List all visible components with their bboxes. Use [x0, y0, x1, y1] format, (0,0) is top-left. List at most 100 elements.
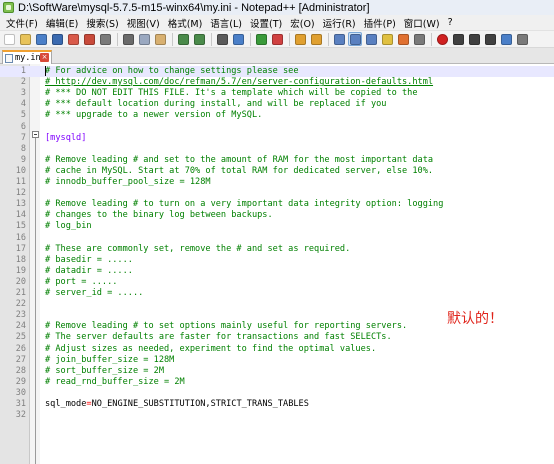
allchars-icon[interactable]	[348, 32, 362, 46]
editor-line[interactable]: 20 # port = .....	[0, 277, 554, 288]
menu-search[interactable]: 搜索(S)	[82, 16, 122, 30]
menu-file[interactable]: 文件(F)	[2, 16, 42, 30]
macro-icon[interactable]	[515, 32, 529, 46]
stop-icon[interactable]	[451, 32, 465, 46]
menu-view[interactable]: 视图(V)	[123, 16, 164, 30]
tab-my-ini[interactable]: my.ini ×	[2, 50, 52, 64]
line-text: # These are commonly set, remove the # a…	[45, 243, 351, 254]
wrap-icon[interactable]	[332, 32, 346, 46]
allchars-glyph	[349, 33, 361, 45]
editor-line[interactable]: 31 sql_mode=NO_ENGINE_SUBSTITUTION,STRICT…	[0, 399, 554, 410]
editor-line[interactable]: 28 # sort_buffer_size = 2M	[0, 366, 554, 377]
line-text: # datadir = .....	[45, 265, 133, 276]
editor-line[interactable]: 21 # server_id = .....	[0, 288, 554, 299]
editor-line[interactable]: 2 # http://dev.mysql.com/doc/refman/5.7/e…	[0, 77, 554, 88]
editor-line[interactable]: 11 # innodb_buffer_pool_size = 128M	[0, 177, 554, 188]
line-number: 29	[15, 376, 26, 387]
copy-icon[interactable]	[137, 32, 151, 46]
editor-line[interactable]: 25 # The server defaults are faster for t…	[0, 332, 554, 343]
line-number: 25	[15, 332, 26, 343]
play-icon[interactable]	[467, 32, 481, 46]
menu-settings[interactable]: 设置(T)	[246, 16, 286, 30]
toolbar-separator	[250, 32, 251, 46]
paste-icon[interactable]	[153, 32, 167, 46]
sync2-icon[interactable]	[309, 32, 323, 46]
editor-line[interactable]: 8	[0, 144, 554, 155]
saveall-icon[interactable]	[50, 32, 64, 46]
record-icon[interactable]	[435, 32, 449, 46]
zoomout-icon[interactable]	[270, 32, 284, 46]
new-icon[interactable]	[2, 32, 16, 46]
editor-line[interactable]: 30	[0, 388, 554, 399]
menu-language[interactable]: 语言(L)	[206, 16, 246, 30]
paste-glyph	[154, 33, 166, 45]
editor-line[interactable]: 18 # basedir = .....	[0, 255, 554, 266]
line-number: 32	[15, 410, 26, 421]
editor-line[interactable]: 32	[0, 410, 554, 421]
editor-line[interactable]: 27 # join_buffer_size = 128M	[0, 355, 554, 366]
editor[interactable]: 1 # For advice on how to change settings …	[0, 64, 554, 464]
funclist-icon[interactable]	[412, 32, 426, 46]
replace-icon[interactable]	[231, 32, 245, 46]
docmap-icon[interactable]	[396, 32, 410, 46]
find-glyph	[216, 33, 228, 45]
sync1-icon[interactable]	[293, 32, 307, 46]
menu-bar: 文件(F) 编辑(E) 搜索(S) 视图(V) 格式(M) 语言(L) 设置(T…	[0, 15, 554, 30]
menu-run[interactable]: 运行(R)	[319, 16, 360, 30]
editor-line[interactable]: 17 # These are commonly set, remove the #…	[0, 244, 554, 255]
editor-line[interactable]: 19 # datadir = .....	[0, 266, 554, 277]
menu-edit[interactable]: 编辑(E)	[42, 16, 82, 30]
line-text: # Remove leading # and set to the amount…	[45, 154, 434, 165]
menu-help[interactable]: ?	[444, 17, 457, 28]
line-text: # read_rnd_buffer_size = 2M	[45, 376, 185, 387]
editor-line[interactable]: 6	[0, 122, 554, 133]
line-text: # join_buffer_size = 128M	[45, 354, 175, 365]
annotation-default-note: 默认的！	[447, 311, 503, 327]
menu-macro[interactable]: 宏(O)	[286, 16, 318, 30]
playmulti-icon[interactable]	[483, 32, 497, 46]
indent-icon[interactable]	[364, 32, 378, 46]
close-tab-icon[interactable]: ×	[40, 53, 49, 62]
playmulti-glyph	[484, 33, 496, 45]
zoomin-icon[interactable]	[254, 32, 268, 46]
editor-line[interactable]: 4 # *** default location during install, …	[0, 99, 554, 110]
menu-window[interactable]: 窗口(W)	[400, 16, 444, 30]
redo-icon[interactable]	[192, 32, 206, 46]
closeall-icon[interactable]	[82, 32, 96, 46]
line-text: [mysqld]	[45, 132, 87, 143]
menu-format[interactable]: 格式(M)	[164, 16, 207, 30]
editor-line[interactable]: 13 # Remove leading # to turn on a very i…	[0, 199, 554, 210]
find-icon[interactable]	[215, 32, 229, 46]
save-icon[interactable]	[34, 32, 48, 46]
line-number: 11	[15, 177, 26, 187]
cut-icon[interactable]	[121, 32, 135, 46]
editor-line[interactable]: 16	[0, 233, 554, 244]
print-icon[interactable]	[98, 32, 112, 46]
replace-glyph	[232, 33, 244, 45]
line-number: 30	[15, 387, 26, 398]
menu-plugins[interactable]: 插件(P)	[360, 16, 400, 30]
line-number: 1	[20, 66, 26, 76]
editor-line[interactable]: 3 # *** DO NOT EDIT THIS FILE. It's a tem…	[0, 88, 554, 99]
saverec-icon[interactable]	[499, 32, 513, 46]
line-text: # basedir = .....	[45, 254, 133, 265]
line-number: 14	[15, 210, 26, 221]
editor-line[interactable]: 12	[0, 188, 554, 199]
editor-line[interactable]: 7 [mysqld]	[0, 133, 554, 144]
editor-line[interactable]: 10 # cache in MySQL. Start at 70% of tota…	[0, 166, 554, 177]
open-icon[interactable]	[18, 32, 32, 46]
editor-line[interactable]: 26 # Adjust sizes as needed, experiment t…	[0, 344, 554, 355]
udl-icon[interactable]	[380, 32, 394, 46]
editor-line[interactable]: 9 # Remove leading # and set to the amoun…	[0, 155, 554, 166]
editor-line[interactable]: 1 # For advice on how to change settings …	[0, 66, 554, 77]
close-icon[interactable]	[66, 32, 80, 46]
zoomout-glyph	[271, 33, 283, 45]
toolbar	[0, 30, 554, 48]
editor-line[interactable]: 5 # *** upgrade to a newer version of MyS…	[0, 110, 554, 121]
undo-icon[interactable]	[176, 32, 190, 46]
editor-line[interactable]: 14 # changes to the binary log between ba…	[0, 210, 554, 221]
new-glyph	[3, 33, 15, 45]
editor-line[interactable]: 29 # read_rnd_buffer_size = 2M	[0, 377, 554, 388]
title-bar: D:\SoftWare\mysql-5.7.5-m15-winx64\my.in…	[0, 0, 554, 15]
editor-line[interactable]: 15 # log_bin	[0, 221, 554, 232]
